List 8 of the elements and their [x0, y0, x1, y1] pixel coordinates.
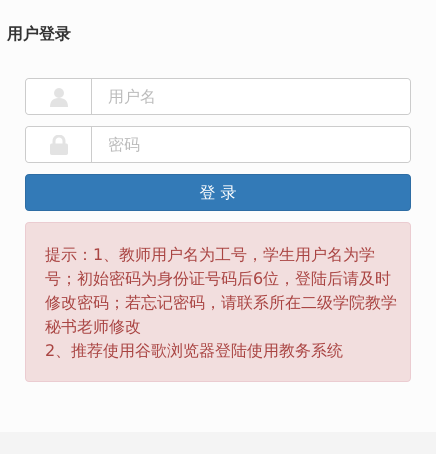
- notice-text: 提示：1、教师用户名为工号，学生用户名为学号；初始密码为身份证号码后6位，登陆后请及时修改密码；若忘记密码，请联系所在二级学院教学秘书老师修改: [45, 244, 398, 338]
- input-field[interactable]: 密码: [25, 126, 411, 163]
- input-field[interactable]: 用户名: [25, 78, 411, 115]
- user-icon: [50, 86, 68, 106]
- page-title: 用户登录: [7, 23, 71, 45]
- lock-icon: [50, 134, 68, 154]
- login-button[interactable]: 登 录: [25, 174, 411, 211]
- notice-text: 2、推荐使用谷歌浏览器登陆使用教务系统: [45, 340, 344, 362]
